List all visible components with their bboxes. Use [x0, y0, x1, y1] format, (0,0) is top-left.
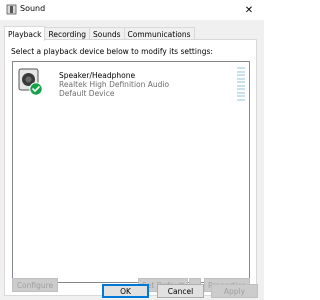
dialog-body: Playback Recording Sounds Communications…	[0, 20, 264, 300]
instruction-text: Select a playback device below to modify…	[11, 47, 213, 56]
tab-strip: Playback Recording Sounds Communications	[4, 25, 195, 41]
device-driver: Realtek High Definition Audio	[59, 80, 170, 89]
title-bar: Sound ✕	[0, 0, 264, 20]
cancel-button[interactable]: Cancel	[157, 284, 204, 298]
sound-app-icon	[6, 4, 17, 15]
volume-meter	[237, 67, 245, 101]
ok-button[interactable]: OK	[102, 284, 149, 298]
close-icon: ✕	[244, 4, 254, 16]
playback-panel: Select a playback device below to modify…	[4, 39, 257, 296]
speaker-icon	[18, 68, 43, 96]
configure-button[interactable]: Configure	[12, 278, 58, 292]
device-item-speaker-headphone[interactable]: Speaker/Headphone Realtek High Definitio…	[13, 62, 249, 101]
device-list[interactable]: Speaker/Headphone Realtek High Definitio…	[12, 61, 250, 283]
device-status: Default Device	[59, 89, 115, 98]
tab-playback[interactable]: Playback	[4, 26, 46, 41]
close-button[interactable]: ✕	[234, 0, 264, 20]
apply-button[interactable]: Apply	[211, 284, 258, 298]
device-name: Speaker/Headphone	[59, 71, 136, 80]
window-title: Sound	[20, 4, 46, 13]
